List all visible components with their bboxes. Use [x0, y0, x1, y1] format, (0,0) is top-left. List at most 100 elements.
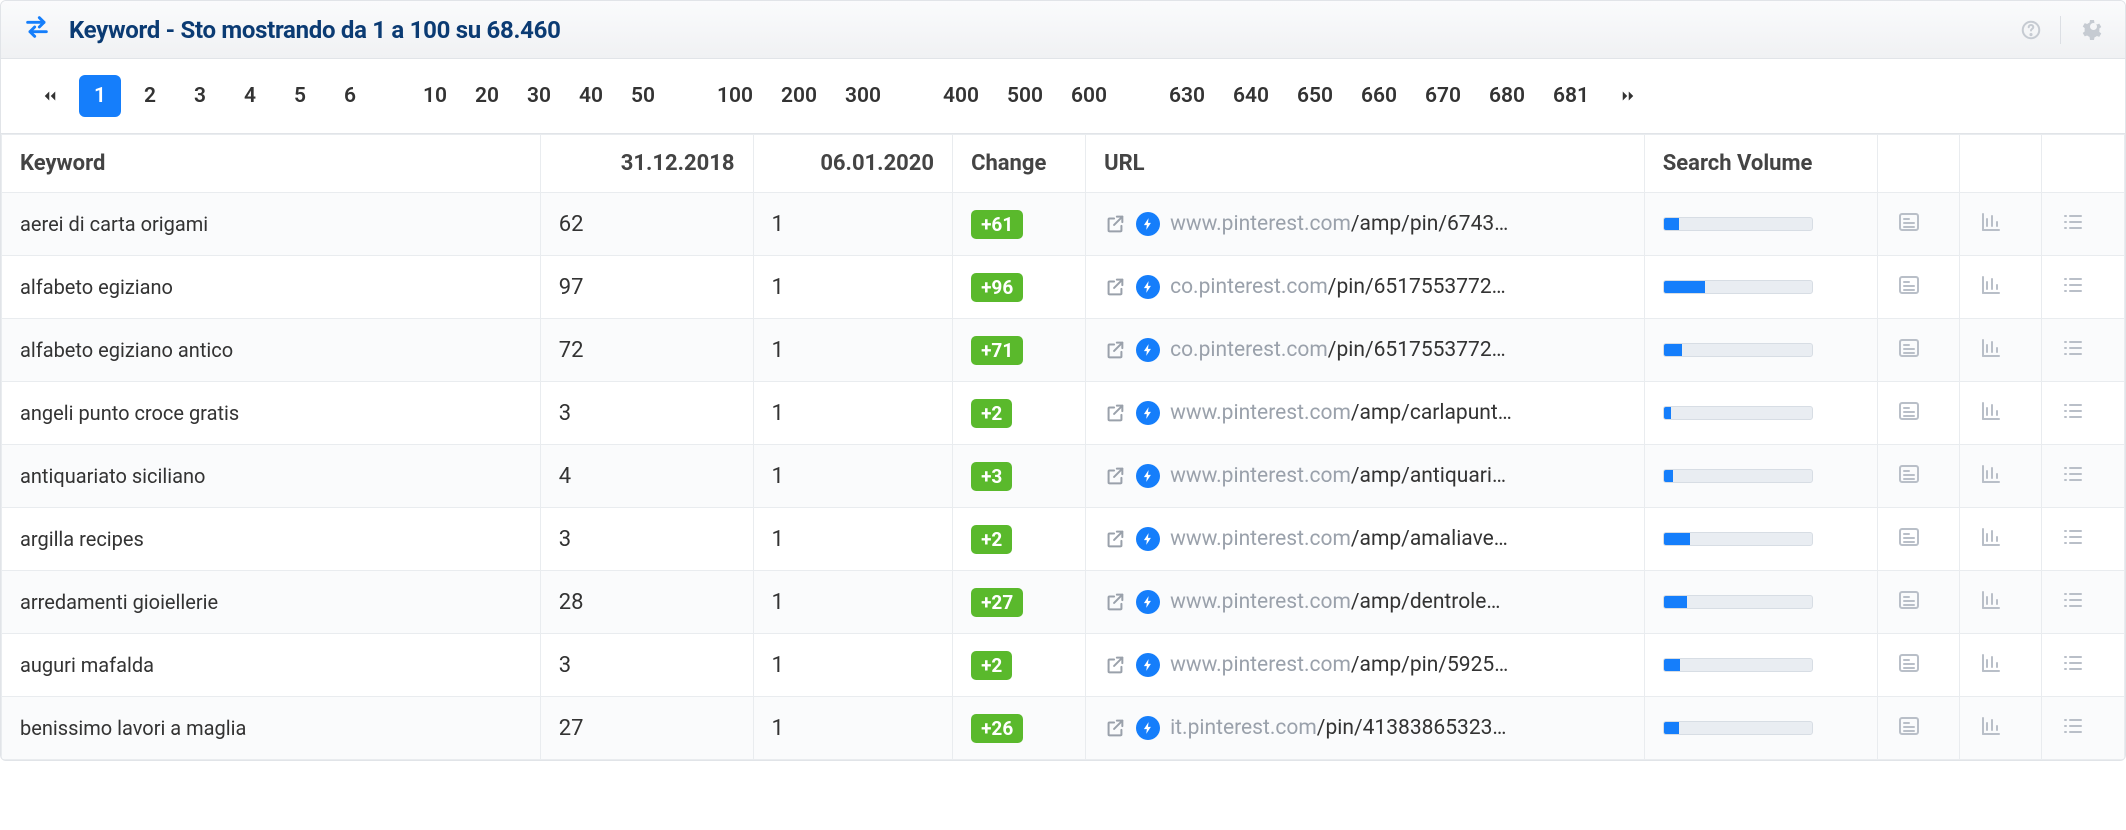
cell-action-chart[interactable] [1960, 634, 2042, 697]
chart-icon[interactable] [1978, 209, 2004, 235]
cell-keyword[interactable]: auguri mafalda [2, 634, 541, 697]
list-icon[interactable] [2060, 650, 2086, 676]
cell-action-detail[interactable] [1877, 634, 1959, 697]
page-600[interactable]: 600 [1061, 75, 1117, 117]
cell-action-chart[interactable] [1960, 445, 2042, 508]
page-100[interactable]: 100 [707, 75, 763, 117]
page-681[interactable]: 681 [1543, 75, 1599, 117]
cell-action-detail[interactable] [1877, 382, 1959, 445]
page-3[interactable]: 3 [179, 75, 221, 117]
url-link[interactable]: www.pinterest.com/amp/carlapunt… [1170, 401, 1512, 425]
cell-action-chart[interactable] [1960, 508, 2042, 571]
cell-action-list[interactable] [2042, 319, 2125, 382]
cell-action-list[interactable] [2042, 445, 2125, 508]
col-keyword-header[interactable]: Keyword [2, 135, 541, 193]
detail-icon[interactable] [1896, 587, 1922, 613]
cell-action-list[interactable] [2042, 193, 2125, 256]
page-500[interactable]: 500 [997, 75, 1053, 117]
url-link[interactable]: co.pinterest.com/pin/6517553772… [1170, 338, 1506, 362]
detail-icon[interactable] [1896, 335, 1922, 361]
detail-icon[interactable] [1896, 272, 1922, 298]
cell-action-list[interactable] [2042, 634, 2125, 697]
page-30[interactable]: 30 [517, 75, 561, 117]
url-link[interactable]: www.pinterest.com/amp/dentrole… [1170, 590, 1500, 614]
cell-action-chart[interactable] [1960, 697, 2042, 760]
url-link[interactable]: www.pinterest.com/amp/pin/6743… [1170, 212, 1508, 236]
cell-keyword[interactable]: alfabeto egiziano antico [2, 319, 541, 382]
chart-icon[interactable] [1978, 650, 2004, 676]
page-6[interactable]: 6 [329, 75, 371, 117]
detail-icon[interactable] [1896, 398, 1922, 424]
url-link[interactable]: co.pinterest.com/pin/6517553772… [1170, 275, 1506, 299]
external-link-icon[interactable] [1104, 654, 1126, 676]
cell-action-list[interactable] [2042, 256, 2125, 319]
list-icon[interactable] [2060, 524, 2086, 550]
page-4[interactable]: 4 [229, 75, 271, 117]
detail-icon[interactable] [1896, 713, 1922, 739]
page-20[interactable]: 20 [465, 75, 509, 117]
list-icon[interactable] [2060, 461, 2086, 487]
col-volume-header[interactable]: Search Volume [1644, 135, 1877, 193]
cell-keyword[interactable]: angeli punto croce gratis [2, 382, 541, 445]
col-date1-header[interactable]: 31.12.2018 [540, 135, 753, 193]
external-link-icon[interactable] [1104, 528, 1126, 550]
cell-action-list[interactable] [2042, 382, 2125, 445]
page-10[interactable]: 10 [413, 75, 457, 117]
detail-icon[interactable] [1896, 524, 1922, 550]
detail-icon[interactable] [1896, 209, 1922, 235]
external-link-icon[interactable] [1104, 213, 1126, 235]
cell-action-detail[interactable] [1877, 319, 1959, 382]
detail-icon[interactable] [1896, 461, 1922, 487]
list-icon[interactable] [2060, 272, 2086, 298]
cell-action-list[interactable] [2042, 571, 2125, 634]
page-40[interactable]: 40 [569, 75, 613, 117]
chart-icon[interactable] [1978, 461, 2004, 487]
cell-action-chart[interactable] [1960, 319, 2042, 382]
url-link[interactable]: www.pinterest.com/amp/amaliave… [1170, 527, 1508, 551]
chart-icon[interactable] [1978, 272, 2004, 298]
page-50[interactable]: 50 [621, 75, 665, 117]
page-660[interactable]: 660 [1351, 75, 1407, 117]
page-2[interactable]: 2 [129, 75, 171, 117]
page-first-icon[interactable] [29, 75, 71, 117]
page-640[interactable]: 640 [1223, 75, 1279, 117]
cell-keyword[interactable]: aerei di carta origami [2, 193, 541, 256]
external-link-icon[interactable] [1104, 402, 1126, 424]
external-link-icon[interactable] [1104, 339, 1126, 361]
page-last-icon[interactable] [1607, 75, 1649, 117]
page-1[interactable]: 1 [79, 75, 121, 117]
cell-action-chart[interactable] [1960, 571, 2042, 634]
list-icon[interactable] [2060, 587, 2086, 613]
list-icon[interactable] [2060, 398, 2086, 424]
external-link-icon[interactable] [1104, 591, 1126, 613]
cell-keyword[interactable]: arredamenti gioiellerie [2, 571, 541, 634]
cell-action-detail[interactable] [1877, 256, 1959, 319]
cell-action-detail[interactable] [1877, 445, 1959, 508]
url-link[interactable]: www.pinterest.com/amp/pin/5925… [1170, 653, 1508, 677]
cell-keyword[interactable]: antiquariato siciliano [2, 445, 541, 508]
cell-action-detail[interactable] [1877, 193, 1959, 256]
page-680[interactable]: 680 [1479, 75, 1535, 117]
external-link-icon[interactable] [1104, 717, 1126, 739]
cell-keyword[interactable]: benissimo lavori a maglia [2, 697, 541, 760]
list-icon[interactable] [2060, 713, 2086, 739]
url-link[interactable]: it.pinterest.com/pin/41383865323… [1170, 716, 1506, 740]
page-5[interactable]: 5 [279, 75, 321, 117]
detail-icon[interactable] [1896, 650, 1922, 676]
external-link-icon[interactable] [1104, 276, 1126, 298]
cell-action-detail[interactable] [1877, 571, 1959, 634]
col-url-header[interactable]: URL [1086, 135, 1645, 193]
chart-icon[interactable] [1978, 524, 2004, 550]
cell-action-list[interactable] [2042, 508, 2125, 571]
col-date2-header[interactable]: 06.01.2020 [753, 135, 953, 193]
page-200[interactable]: 200 [771, 75, 827, 117]
cell-action-chart[interactable] [1960, 193, 2042, 256]
cell-action-list[interactable] [2042, 697, 2125, 760]
cell-action-detail[interactable] [1877, 508, 1959, 571]
page-300[interactable]: 300 [835, 75, 891, 117]
external-link-icon[interactable] [1104, 465, 1126, 487]
list-icon[interactable] [2060, 335, 2086, 361]
chart-icon[interactable] [1978, 587, 2004, 613]
swap-icon[interactable] [23, 13, 51, 46]
cell-action-chart[interactable] [1960, 256, 2042, 319]
